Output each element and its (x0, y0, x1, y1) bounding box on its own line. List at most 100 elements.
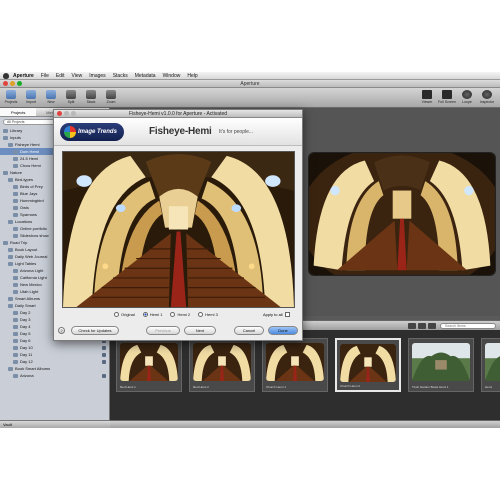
folder-icon (3, 240, 8, 245)
toolbar-loupe-label: Loupe (462, 100, 472, 104)
tree-item[interactable]: Book Smart Albums (0, 365, 109, 372)
inspector-icon (482, 90, 492, 99)
folder-icon (13, 345, 18, 350)
apply-to-all-checkbox[interactable]: Apply to all (263, 312, 290, 317)
filmstrip-thumbnail[interactable]: Hemi (481, 338, 500, 392)
church-hemi-image (309, 153, 495, 275)
tree-item-label: Slideshow show (20, 233, 49, 238)
list-view-icon[interactable] (418, 323, 426, 329)
dialog-minimize-icon (64, 111, 69, 116)
toolbar: Projects Import New Split Stack Zoom Vie… (0, 88, 500, 108)
menu-window[interactable]: Window (163, 73, 181, 79)
check-for-updates-button[interactable]: Check for Updates (71, 326, 119, 335)
radio-button-icon[interactable] (170, 312, 176, 317)
toolbar-new-button[interactable]: New (42, 90, 60, 104)
radio-button-icon[interactable] (142, 312, 148, 317)
toolbar-projects-label: Projects (4, 100, 18, 104)
product-tagline: It's for people... (219, 129, 254, 135)
filmstrip-thumbnail[interactable]: Tivoli Garden Boats Hemi 1 (408, 338, 474, 392)
filmstrip-view-icon[interactable] (428, 323, 436, 329)
thumbnail-label: Church Hemi 2 (340, 384, 361, 388)
radio-button-icon[interactable] (114, 312, 119, 317)
minimize-icon[interactable] (10, 81, 15, 86)
hemi-option-radio[interactable]: Hemi 1 (142, 312, 162, 317)
menu-help[interactable]: Help (187, 73, 197, 79)
folder-icon (8, 303, 13, 308)
help-icon[interactable]: ? (58, 327, 65, 334)
dialog-close-icon[interactable] (57, 111, 62, 116)
viewer-icon (422, 90, 432, 99)
split-icon (66, 90, 76, 99)
fisheye-hemi-dialog: Fisheye-Hemi v1.0.0 for Aperture - Activ… (53, 109, 303, 341)
apple-icon[interactable] (3, 72, 9, 79)
grid-view-icon[interactable] (408, 323, 416, 329)
filmstrip-thumbnail[interactable]: Church Hemi 2 (335, 338, 401, 392)
menu-view[interactable]: View (72, 73, 83, 79)
tab-projects[interactable]: Projects (0, 108, 37, 116)
toolbar-fullscreen-button[interactable]: Full Screen (438, 90, 456, 104)
toolbar-stack-label: Stack (86, 100, 96, 104)
toolbar-split-button[interactable]: Split (62, 90, 80, 104)
menu-aperture[interactable]: Aperture (13, 73, 34, 79)
toolbar-stack-button[interactable]: Stack (82, 90, 100, 104)
done-button[interactable]: Done (268, 326, 298, 335)
tree-item[interactable]: Day 12 (0, 358, 109, 365)
thumbnail-image (412, 343, 470, 381)
tree-item-label: Smart Albums (15, 296, 40, 301)
radio-button-icon[interactable] (198, 312, 204, 317)
zoom-icon[interactable] (17, 81, 22, 86)
menu-stacks[interactable]: Stacks (113, 73, 128, 79)
radio-label: Hemi 3 (205, 312, 218, 317)
folder-icon (8, 366, 13, 371)
folder-icon (13, 149, 18, 154)
folder-icon (13, 338, 18, 343)
hemi-option-radio[interactable]: Hemi 3 (198, 312, 218, 317)
previous-button[interactable]: Previous (146, 326, 180, 335)
tree-item-label: Arizona (20, 373, 34, 378)
tree-item-label: California Light (20, 275, 47, 280)
album-badge-icon (102, 373, 106, 378)
tree-item-label: Day 2 (20, 310, 31, 315)
cancel-button[interactable]: Cancel (234, 326, 264, 335)
tree-item-label: Book Layout (15, 247, 38, 252)
main-viewer-image[interactable] (308, 152, 496, 276)
folder-icon (13, 282, 18, 287)
next-button[interactable]: Next (184, 326, 216, 335)
toolbar-inspector-button[interactable]: Inspector (478, 90, 496, 104)
fullscreen-icon (442, 90, 452, 99)
filmstrip-thumbnail[interactable]: Church Hemi 1 (262, 338, 328, 392)
thumbnail-image (193, 343, 251, 381)
toolbar-loupe-button[interactable]: Loupe (458, 90, 476, 104)
tree-item[interactable]: Arizona (0, 372, 109, 379)
close-icon[interactable] (3, 81, 8, 86)
thumbnail-image (340, 344, 396, 382)
tree-item[interactable]: Day 10 (0, 344, 109, 351)
vault-label: Vault (3, 422, 12, 427)
thumbnail-label: Red Hemi 2 (193, 385, 209, 389)
filmstrip: Red Hemi 1 Red Hemi 2 Church Hemi 1 Church … (110, 330, 500, 420)
tree-item-label: Sparrows (20, 212, 37, 217)
filmstrip-thumbnail[interactable]: Red Hemi 1 (116, 338, 182, 392)
toolbar-projects-button[interactable]: Projects (2, 90, 20, 104)
main-viewer (300, 108, 500, 316)
toolbar-zoom-button[interactable]: Zoom (102, 90, 120, 104)
hemi-option-radio[interactable]: Original (114, 312, 135, 317)
toolbar-import-button[interactable]: Import (22, 90, 40, 104)
tree-item-label: Day 11 (20, 352, 33, 357)
filmstrip-search-input[interactable]: Search Items (440, 323, 496, 329)
menu-file[interactable]: File (41, 73, 49, 79)
folder-icon (13, 373, 18, 378)
folder-icon (13, 310, 18, 315)
menu-edit[interactable]: Edit (56, 73, 65, 79)
menu-images[interactable]: Images (89, 73, 105, 79)
filmstrip-thumbnail[interactable]: Red Hemi 2 (189, 338, 255, 392)
tree-item-label: Library (10, 128, 23, 133)
tree-item-label: Hummingbird (20, 198, 44, 203)
dialog-buttons: ? Check for Updates Previous Next Cancel… (58, 325, 298, 337)
tree-item-label: Fisheye Hemi (15, 142, 40, 147)
checkbox-box[interactable] (284, 312, 290, 317)
tree-item[interactable]: Day 11 (0, 351, 109, 358)
menu-metadata[interactable]: Metadata (135, 73, 156, 79)
hemi-option-radio[interactable]: Hemi 2 (170, 312, 190, 317)
toolbar-viewer-button[interactable]: Viewer (418, 90, 436, 104)
